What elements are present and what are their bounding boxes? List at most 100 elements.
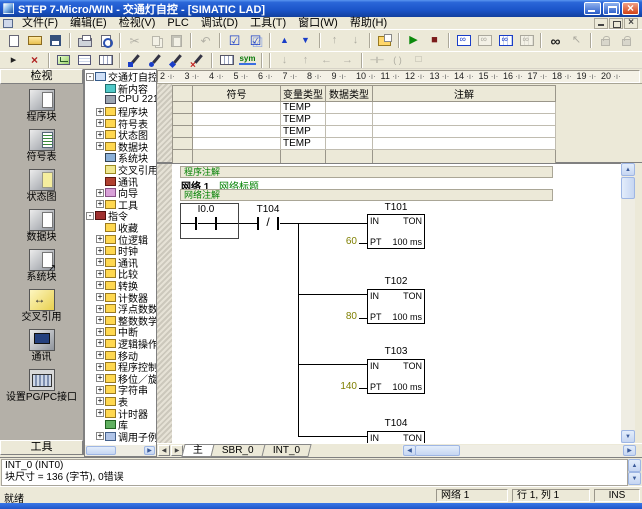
- tab-scroll-left-icon[interactable]: ◀: [158, 445, 170, 456]
- data-type-cell[interactable]: [326, 114, 373, 126]
- tree-expander[interactable]: +: [96, 339, 104, 347]
- var-type-cell[interactable]: TEMP: [281, 126, 326, 138]
- symbol-cell[interactable]: [193, 126, 281, 138]
- upload-button[interactable]: [274, 31, 295, 50]
- tree-expander[interactable]: +: [96, 108, 104, 116]
- nav-cross-reference[interactable]: 交叉引用: [1, 289, 83, 323]
- ladder-editor[interactable]: 程序注解 网络 1 网络标题 网络注解 I0.0 T104 T101 IN TO…: [157, 163, 621, 443]
- nav-system-block[interactable]: 系统块: [1, 249, 83, 283]
- timer-name[interactable]: T103: [367, 346, 425, 357]
- timer-preset-value[interactable]: 80: [332, 311, 357, 322]
- coil-button[interactable]: [387, 53, 408, 68]
- tree-expander[interactable]: +: [96, 270, 104, 278]
- edit-pen-down-button[interactable]: [166, 53, 187, 68]
- tree-expander[interactable]: +: [96, 316, 104, 324]
- tree-expander[interactable]: +: [96, 235, 104, 243]
- mdi-minimize-button[interactable]: [594, 18, 608, 29]
- ladder-vscrollbar[interactable]: ▲ ▼: [621, 163, 635, 443]
- menu-file[interactable]: 文件(F): [16, 17, 64, 30]
- timer-block-t104[interactable]: IN TON: [367, 431, 425, 443]
- address-table-button[interactable]: [95, 53, 116, 68]
- timer-block-t101[interactable]: IN TON PT 100 ms: [367, 214, 425, 249]
- tree-hscrollbar[interactable]: ▶: [85, 445, 156, 456]
- multiple-scan-button[interactable]: [24, 53, 45, 68]
- symbol-cell[interactable]: [193, 102, 281, 114]
- line-left-button[interactable]: [316, 53, 337, 68]
- contact-address[interactable]: I0.0: [190, 204, 222, 215]
- tree-expander[interactable]: +: [96, 258, 104, 266]
- tree-expander[interactable]: +: [96, 281, 104, 289]
- sort-ascending-button[interactable]: [324, 31, 345, 50]
- vscroll-thumb[interactable]: [621, 177, 635, 199]
- nav-communications[interactable]: 通讯: [1, 329, 83, 363]
- menu-window[interactable]: 窗口(W): [292, 17, 344, 30]
- tree-expander[interactable]: +: [96, 374, 104, 382]
- view-bar-header[interactable]: 检视: [0, 69, 83, 84]
- timer-preset-value[interactable]: 140: [332, 381, 357, 392]
- force-all-button[interactable]: [637, 31, 642, 50]
- edit-pen-up-button[interactable]: [145, 53, 166, 68]
- cut-button[interactable]: [124, 31, 145, 50]
- tree-expander[interactable]: +: [96, 131, 104, 139]
- print-button[interactable]: [74, 31, 95, 50]
- new-project-button[interactable]: [3, 31, 24, 50]
- comment-cell[interactable]: [373, 126, 556, 138]
- menu-plc[interactable]: PLC: [161, 17, 194, 30]
- var-type-cell[interactable]: TEMP: [281, 114, 326, 126]
- tree-hscroll-right-icon[interactable]: ▶: [144, 446, 155, 455]
- stop-button[interactable]: [424, 31, 445, 50]
- timer-name[interactable]: T101: [367, 202, 425, 213]
- undo-button[interactable]: [195, 31, 216, 50]
- comment-cell[interactable]: [373, 114, 556, 126]
- tree-expander[interactable]: +: [96, 305, 104, 313]
- output-scroll-down-icon[interactable]: ▼: [628, 472, 641, 485]
- menu-help[interactable]: 帮助(H): [344, 17, 393, 30]
- options-button[interactable]: [374, 31, 395, 50]
- pause-chart-status-button[interactable]: [516, 31, 537, 50]
- tree-expander[interactable]: +: [96, 328, 104, 336]
- copy-button[interactable]: [145, 31, 166, 50]
- chart-pause-button[interactable]: [74, 53, 95, 68]
- tree-expander[interactable]: -: [86, 73, 94, 81]
- comment-cell[interactable]: [373, 138, 556, 150]
- symbol-cell[interactable]: [193, 114, 281, 126]
- download-button[interactable]: [295, 31, 316, 50]
- tree-expander[interactable]: -: [86, 212, 94, 220]
- row-selector-cell[interactable]: [173, 114, 193, 126]
- output-scroll-up-icon[interactable]: ▲: [628, 459, 641, 472]
- var-type-cell[interactable]: TEMP: [281, 102, 326, 114]
- tree-expander[interactable]: +: [96, 119, 104, 127]
- address-grid-button[interactable]: [216, 53, 237, 68]
- menu-tools[interactable]: 工具(T): [244, 17, 292, 30]
- tree-expander[interactable]: +: [96, 200, 104, 208]
- timer-name[interactable]: T102: [367, 276, 425, 287]
- row-selector-cell[interactable]: [173, 126, 193, 138]
- hscroll-thumb[interactable]: [415, 445, 460, 456]
- program-status-button[interactable]: [453, 31, 474, 50]
- pointer-button[interactable]: [566, 31, 587, 50]
- tree-expander[interactable]: +: [96, 247, 104, 255]
- comment-cell[interactable]: [373, 102, 556, 114]
- restore-button[interactable]: [603, 2, 620, 15]
- monitor-glasses-button[interactable]: [545, 31, 566, 50]
- minimize-button[interactable]: [584, 2, 601, 15]
- tree-expander[interactable]: +: [96, 363, 104, 371]
- tree-expander[interactable]: +: [96, 409, 104, 417]
- row-selector-cell[interactable]: [173, 102, 193, 114]
- print-preview-button[interactable]: [95, 31, 116, 50]
- symbol-cell[interactable]: [193, 138, 281, 150]
- symbolic-addressing-button[interactable]: sym: [237, 53, 258, 68]
- tree-item-call-subroutines[interactable]: + 调用子例行程序: [85, 430, 156, 442]
- data-type-cell[interactable]: [326, 138, 373, 150]
- tree-expander[interactable]: +: [96, 432, 104, 440]
- output-scrollbar[interactable]: ▲ ▼: [628, 459, 641, 486]
- line-down-button[interactable]: [274, 53, 295, 68]
- var-type-cell[interactable]: TEMP: [281, 138, 326, 150]
- contact-button[interactable]: [366, 53, 387, 68]
- data-type-cell[interactable]: [326, 126, 373, 138]
- chart-status-button[interactable]: [495, 31, 516, 50]
- box-button[interactable]: [408, 53, 429, 68]
- line-right-button[interactable]: [337, 53, 358, 68]
- hscroll-right-icon[interactable]: ▶: [623, 445, 636, 456]
- nav-symbol-table[interactable]: 符号表: [1, 129, 83, 163]
